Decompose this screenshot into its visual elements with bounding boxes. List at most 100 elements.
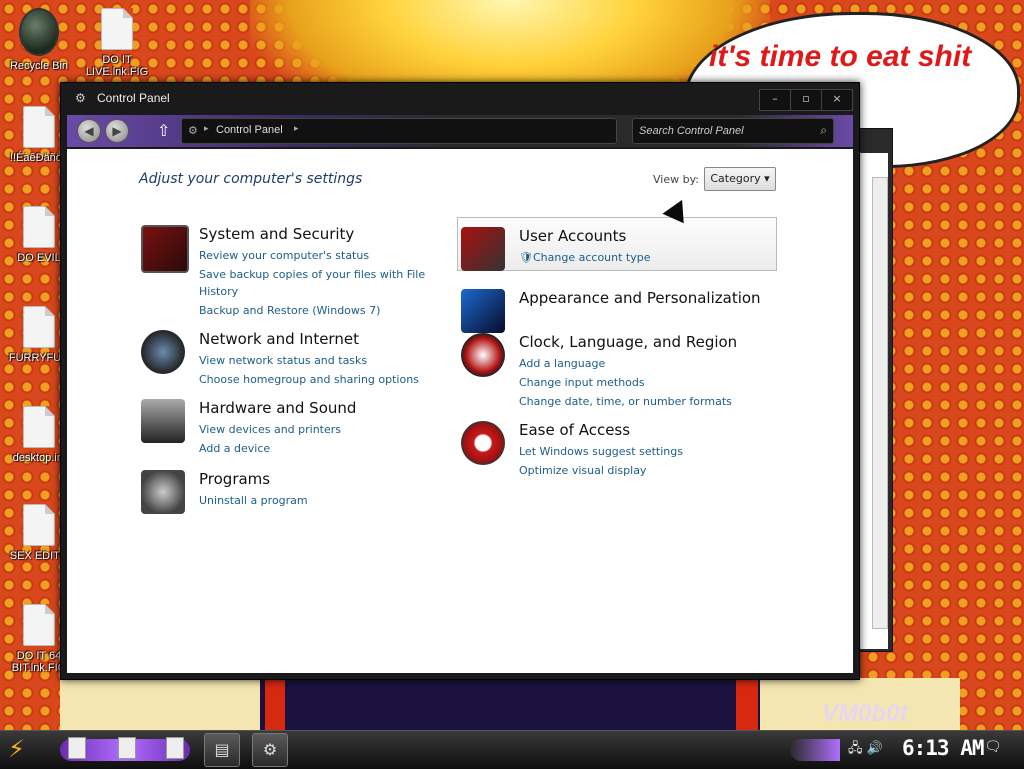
- desktop-icon-label: DO EVIL: [17, 252, 61, 264]
- back-arrow-icon: ◀: [84, 124, 94, 138]
- taskbar-accent-strip-right: [790, 739, 840, 761]
- desktop-icon-label: DO IT 64 BIT.lnk.FIG: [11, 650, 67, 674]
- address-bar[interactable]: ⚙ ▸ Control Panel ▸: [181, 118, 617, 144]
- system-security-icon[interactable]: [141, 225, 189, 273]
- up-button[interactable]: ⇧: [157, 121, 170, 140]
- maximize-button[interactable]: ▫: [790, 89, 822, 111]
- category-programs: Programs Uninstall a program: [141, 470, 441, 520]
- link-add-device[interactable]: Add a device: [199, 442, 270, 455]
- titlebar[interactable]: ⚙ Control Panel – ▫ ×: [61, 83, 859, 113]
- desktop-icon-label: DO IT LIVE.lnk.FIG: [85, 54, 149, 78]
- file-icon: [23, 604, 55, 646]
- forward-button[interactable]: ▶: [105, 119, 129, 143]
- category-title[interactable]: Hardware and Sound: [199, 399, 356, 417]
- breadcrumb-chevron-icon[interactable]: ▸: [294, 124, 299, 134]
- control-panel-content: Adjust your computer's settings View by:…: [67, 149, 853, 673]
- link-backup-restore[interactable]: Backup and Restore (Windows 7): [199, 304, 380, 317]
- pinned-file-icon[interactable]: [166, 737, 184, 759]
- category-title[interactable]: Network and Internet: [199, 330, 359, 348]
- back-button[interactable]: ◀: [77, 119, 101, 143]
- close-button[interactable]: ×: [821, 89, 853, 111]
- category-title[interactable]: Clock, Language, and Region: [519, 333, 737, 351]
- programs-disc-icon[interactable]: [141, 470, 185, 514]
- notification-icon[interactable]: 🗨: [984, 739, 1002, 755]
- taskbar-app-control-panel[interactable]: ⚙: [252, 733, 288, 767]
- category-hardware-sound: Hardware and Sound View devices and prin…: [141, 399, 441, 459]
- category-system-security: System and Security Review your computer…: [141, 225, 441, 317]
- navigation-bar: ◀ ▶ ⇧ ⚙ ▸ Control Panel ▸ ⌕: [67, 115, 853, 147]
- search-input[interactable]: [637, 122, 811, 140]
- control-panel-window: ⚙ Control Panel – ▫ × ◀ ▶ ⇧ ⚙ ▸ Control …: [60, 82, 860, 680]
- network-icon[interactable]: 🖧: [848, 741, 863, 756]
- category-title[interactable]: System and Security: [199, 225, 354, 243]
- pinned-file-icon[interactable]: [68, 737, 86, 759]
- category-clock-language: Clock, Language, and Region Add a langua…: [461, 333, 771, 409]
- view-by-dropdown[interactable]: Category ▾: [704, 167, 776, 191]
- desktop-icon-label: Recycle Bin: [9, 60, 69, 72]
- category-ease-of-access: Ease of Access Let Windows suggest setti…: [461, 421, 771, 481]
- control-panel-icon: ⚙: [75, 91, 86, 105]
- link-uninstall[interactable]: Uninstall a program: [199, 494, 308, 507]
- file-icon: [23, 206, 55, 248]
- taskbar: ⚡ ▤ ⚙ 🖧 🔊 6:13 AM 🗨: [0, 730, 1024, 769]
- file-icon: [23, 306, 55, 348]
- text-file-icon: [23, 106, 55, 148]
- category-title[interactable]: Programs: [199, 470, 270, 488]
- view-by-label: View by:: [653, 173, 699, 186]
- background-window-scrollbar[interactable]: [872, 177, 888, 629]
- volume-icon[interactable]: 🔊: [867, 741, 883, 756]
- link-optimize-display[interactable]: Optimize visual display: [519, 464, 646, 477]
- category-title[interactable]: Ease of Access: [519, 421, 630, 439]
- start-button[interactable]: ⚡: [8, 735, 42, 765]
- category-title[interactable]: User Accounts: [519, 227, 626, 245]
- breadcrumb-control-panel[interactable]: Control Panel: [216, 124, 283, 136]
- pinned-file-icon[interactable]: [118, 737, 136, 759]
- wallpaper-red-bar-right: [736, 678, 758, 730]
- user-accounts-icon[interactable]: [461, 227, 505, 271]
- background-window[interactable]: [855, 128, 893, 652]
- link-suggest-settings[interactable]: Let Windows suggest settings: [519, 445, 683, 458]
- taskbar-app-notepad[interactable]: ▤: [204, 733, 240, 767]
- file-icon: [23, 406, 55, 448]
- file-icon: [101, 8, 133, 50]
- link-change-account-type[interactable]: Change account type: [533, 251, 651, 264]
- control-panel-small-icon: ⚙: [188, 124, 198, 137]
- breadcrumb-chevron-icon[interactable]: ▸: [204, 124, 209, 134]
- clock-icon[interactable]: [461, 333, 505, 377]
- ease-of-access-icon[interactable]: [461, 421, 505, 465]
- caption-buttons: – ▫ ×: [759, 89, 853, 111]
- monitor-icon[interactable]: [461, 289, 505, 333]
- link-review-status[interactable]: Review your computer's status: [199, 249, 369, 262]
- link-save-backup[interactable]: Save backup copies of your files with Fi…: [199, 268, 425, 281]
- page-heading: Adjust your computer's settings: [139, 171, 363, 187]
- printer-icon[interactable]: [141, 399, 185, 443]
- link-homegroup[interactable]: Choose homegroup and sharing options: [199, 373, 419, 386]
- category-title[interactable]: Appearance and Personalization: [519, 289, 761, 307]
- forward-arrow-icon: ▶: [112, 124, 122, 138]
- link-devices-printers[interactable]: View devices and printers: [199, 423, 341, 436]
- window-title: Control Panel: [97, 91, 170, 105]
- link-input-methods[interactable]: Change input methods: [519, 376, 645, 389]
- category-network-internet: Network and Internet View network status…: [141, 330, 441, 390]
- control-panel-icon: ⚙: [262, 740, 278, 759]
- link-save-backup-cont[interactable]: History: [199, 285, 238, 298]
- category-user-accounts: User Accounts 🛡 Change account type: [461, 227, 771, 271]
- system-tray: 🖧 🔊: [848, 739, 883, 761]
- link-network-status[interactable]: View network status and tasks: [199, 354, 367, 367]
- desktop-icon-recycle-bin[interactable]: Recycle Bin: [4, 8, 74, 72]
- wallpaper-red-bar-left: [265, 678, 285, 730]
- search-icon[interactable]: ⌕: [820, 123, 827, 138]
- network-globe-icon[interactable]: [141, 330, 185, 374]
- minimize-button[interactable]: –: [759, 89, 791, 111]
- watermark: VM0b0t: [822, 700, 908, 727]
- link-date-formats[interactable]: Change date, time, or number formats: [519, 395, 732, 408]
- search-box[interactable]: ⌕: [632, 118, 834, 144]
- notepad-icon: ▤: [214, 740, 230, 759]
- desktop-icon-label: desktop.ini: [12, 452, 66, 464]
- category-appearance: Appearance and Personalization: [461, 289, 771, 333]
- link-add-language[interactable]: Add a language: [519, 357, 605, 370]
- shield-icon: 🛡: [519, 251, 533, 264]
- file-icon: [23, 504, 55, 546]
- clock[interactable]: 6:13 AM: [902, 736, 985, 760]
- desktop-icon-do-it-live[interactable]: DO IT LIVE.lnk.FIG: [82, 8, 152, 78]
